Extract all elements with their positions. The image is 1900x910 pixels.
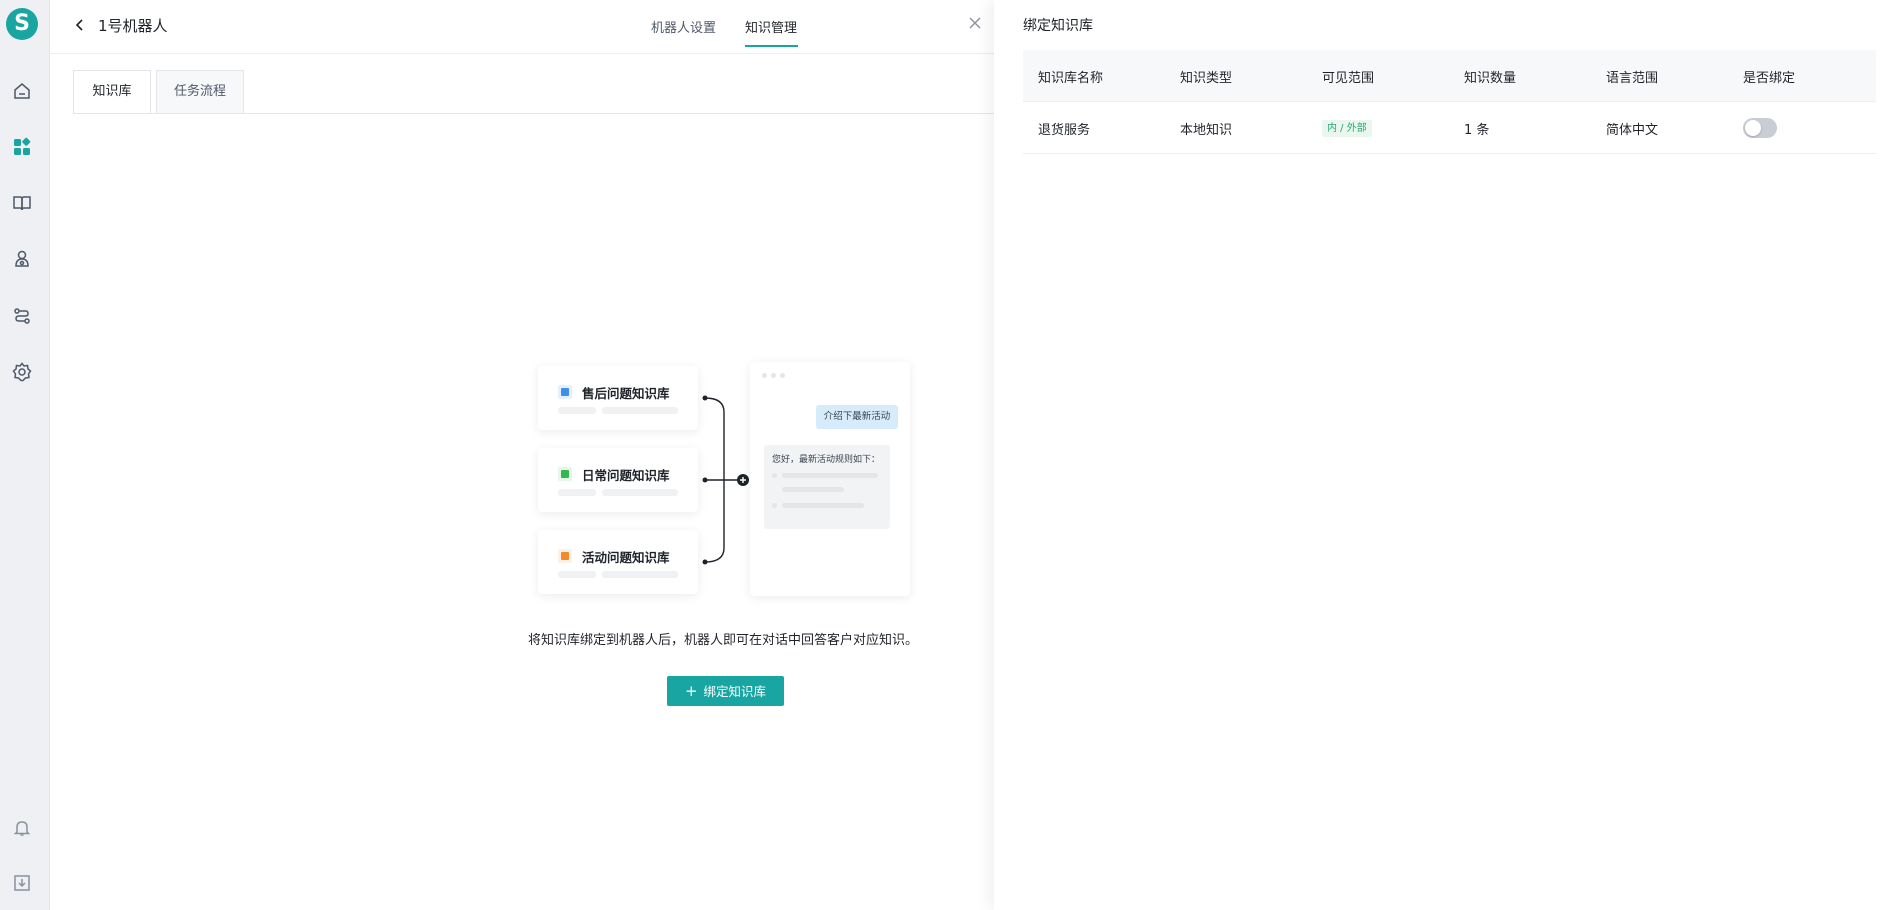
kb-card-title: 活动问题知识库	[582, 550, 670, 565]
panel-title: 绑定知识库	[1023, 18, 1093, 34]
scope-badge: 内 / 外部	[1322, 120, 1372, 137]
kb-card-title: 日常问题知识库	[582, 468, 670, 483]
kb-card-after-sales: 售后问题知识库	[538, 366, 698, 430]
kb-card-title: 售后问题知识库	[582, 386, 670, 401]
chat-question-bubble: 介绍下最新活动	[816, 405, 898, 429]
cell-type: 本地知识	[1180, 123, 1233, 138]
table-row: 退货服务 本地知识 内 / 外部 1 条 简体中文	[1023, 102, 1876, 154]
kb-card-activity: 活动问题知识库	[538, 530, 698, 594]
cell-name: 退货服务	[1038, 123, 1091, 138]
toggle-knob	[1745, 120, 1761, 136]
book-icon	[558, 467, 572, 481]
cell-language: 简体中文	[1606, 123, 1659, 138]
table-header: 知识库名称 知识类型 可见范围 知识数量 语言范围 是否绑定	[1023, 50, 1876, 102]
column-header: 是否绑定	[1743, 71, 1796, 86]
bind-knowledge-base-button[interactable]: + 绑定知识库	[667, 676, 784, 706]
book-icon	[558, 549, 572, 563]
chat-answer-bubble: 您好，最新活动规则如下：	[764, 445, 890, 529]
chat-preview-card: 介绍下最新活动 您好，最新活动规则如下：	[750, 362, 910, 596]
plus-icon: +	[684, 682, 698, 700]
book-icon	[558, 385, 572, 399]
column-header: 可见范围	[1322, 71, 1375, 86]
column-header: 知识类型	[1180, 71, 1233, 86]
cell-count: 1 条	[1464, 123, 1490, 138]
column-header: 语言范围	[1606, 71, 1659, 86]
column-header: 知识数量	[1464, 71, 1517, 86]
kb-card-daily: 日常问题知识库	[538, 448, 698, 512]
column-header: 知识库名称	[1038, 71, 1104, 86]
empty-state-description: 将知识库绑定到机器人后，机器人即可在对话中回答客户对应知识。	[527, 633, 918, 648]
bind-toggle[interactable]	[1743, 118, 1777, 138]
bind-knowledge-base-panel: 绑定知识库 知识库名称 知识类型 可见范围 知识数量 语言范围 是否绑定 退货服…	[994, 0, 1900, 910]
